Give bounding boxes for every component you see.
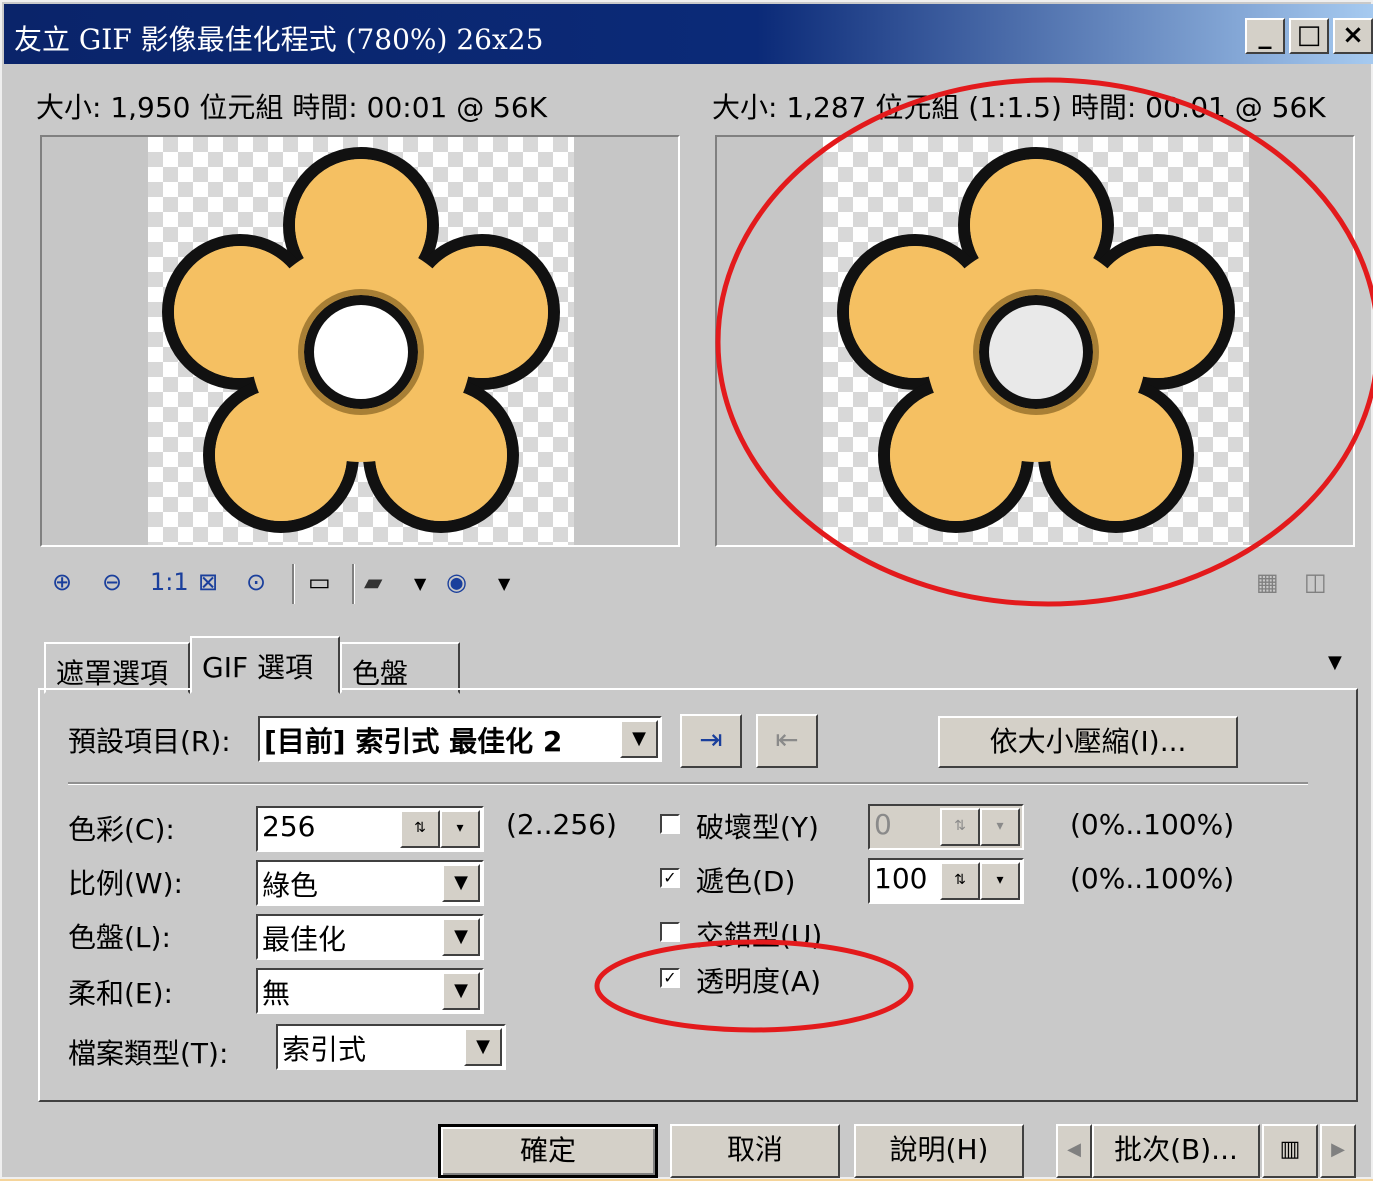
original-preview-pane[interactable] — [40, 135, 680, 547]
save-preset-button[interactable]: ⇥ — [680, 714, 742, 768]
smooth-label: 柔和(E): — [68, 977, 173, 1010]
cancel-button[interactable]: 取消 — [670, 1124, 840, 1178]
eraser-icon[interactable]: ▰ — [364, 568, 382, 596]
browser-dropdown-icon[interactable]: ▼ — [498, 574, 510, 593]
colors-stepper[interactable]: ⇅ ▾ — [400, 810, 480, 848]
lossy-range: (0%..100%) — [1070, 808, 1235, 841]
optimized-preview-pane[interactable] — [715, 135, 1355, 547]
smooth-select[interactable]: 無 ▼ — [256, 968, 484, 1014]
stepper-updown-icon[interactable]: ⇅ — [940, 862, 980, 900]
flower-image — [162, 147, 560, 533]
stepper-updown-icon[interactable]: ⇅ — [940, 808, 980, 846]
dither-label[interactable]: 遞色(D) — [696, 860, 795, 900]
help-button[interactable]: 說明(H) — [854, 1124, 1024, 1178]
colors-input[interactable]: 256 ⇅ ▾ — [256, 806, 484, 852]
browser-preview-icon[interactable]: ◉ — [446, 568, 467, 596]
original-size-info: 大小: 1,950 位元組 時間: 00:01 @ 56K — [36, 91, 548, 124]
fit-window-icon[interactable]: ⊠ — [198, 568, 218, 596]
close-button[interactable]: × — [1333, 18, 1373, 54]
single-view-icon[interactable]: ▭ — [308, 568, 331, 596]
gif-optimizer-window: 友立 GIF 影像最佳化程式 (780%) 26x25 _ □ × 大小: 1,… — [0, 0, 1373, 1179]
preset-value: [目前] 索引式 最佳化 2 — [264, 725, 563, 758]
file-type-value: 索引式 — [282, 1033, 367, 1066]
batch-button[interactable]: 批次(B)... — [1092, 1124, 1260, 1178]
zoom-in-icon[interactable]: ⊕ — [52, 568, 72, 596]
divider — [68, 782, 1308, 785]
colors-range: (2..256) — [506, 808, 617, 841]
chevron-down-icon[interactable]: ▼ — [442, 918, 480, 956]
dither-stepper[interactable]: ⇅ ▾ — [940, 862, 1020, 900]
toolbar-separator — [292, 564, 295, 604]
palette-label: 色盤(L): — [68, 921, 171, 954]
title-bar[interactable]: 友立 GIF 影像最佳化程式 (780%) 26x25 _ □ × — [4, 4, 1373, 64]
dither-value: 100 — [874, 862, 928, 895]
window-title: 友立 GIF 影像最佳化程式 (780%) 26x25 — [14, 23, 544, 56]
interlaced-label[interactable]: 交錯型(U) — [696, 914, 822, 954]
compare-icon[interactable]: ▦ — [1256, 568, 1279, 596]
lossy-checkbox[interactable] — [660, 814, 680, 834]
lossy-input[interactable]: 0 ⇅ ▾ — [868, 804, 1024, 850]
smooth-value: 無 — [262, 977, 291, 1010]
ratio-select[interactable]: 綠色 ▼ — [256, 860, 484, 906]
stepper-updown-icon[interactable]: ⇅ — [400, 810, 440, 848]
preset-label: 預設項目(R): — [68, 725, 231, 758]
ratio-value: 綠色 — [262, 869, 319, 902]
chevron-down-icon[interactable]: ▼ — [464, 1028, 502, 1066]
lossy-stepper[interactable]: ⇅ ▾ — [940, 808, 1020, 846]
tab-mask-options[interactable]: 遮罩選項 — [44, 642, 190, 694]
lossy-label[interactable]: 破壞型(Y) — [696, 806, 819, 846]
eraser-dropdown-icon[interactable]: ▼ — [414, 574, 426, 593]
batch-next-icon[interactable]: ▶ — [1320, 1124, 1356, 1178]
tab-gif-options[interactable]: GIF 選項 — [190, 636, 340, 694]
tab-scroll-icon[interactable]: ▼ — [1328, 652, 1342, 673]
chevron-down-icon[interactable]: ▼ — [442, 864, 480, 902]
export-icon[interactable]: ◫ — [1304, 568, 1327, 596]
palette-select[interactable]: 最佳化 ▼ — [256, 914, 484, 960]
dither-range: (0%..100%) — [1070, 862, 1235, 895]
delete-preset-button[interactable]: ⇤ — [756, 714, 818, 768]
chevron-down-icon[interactable]: ▾ — [440, 810, 480, 848]
chevron-down-icon[interactable]: ▾ — [980, 808, 1020, 846]
tab-palette[interactable]: 色盤 — [340, 642, 460, 694]
batch-prev-icon[interactable]: ◀ — [1056, 1124, 1092, 1178]
palette-value: 最佳化 — [262, 923, 347, 956]
file-type-label: 檔案類型(T): — [68, 1037, 229, 1070]
transparency-label[interactable]: 透明度(A) — [696, 960, 821, 1000]
actual-size-button[interactable]: 1:1 — [150, 568, 189, 596]
chevron-down-icon[interactable]: ▾ — [980, 862, 1020, 900]
book-icon[interactable]: ▥ — [1262, 1124, 1318, 1178]
toolbar-separator — [352, 564, 355, 604]
chevron-down-icon[interactable]: ▼ — [442, 972, 480, 1010]
minimize-button[interactable]: _ — [1245, 18, 1285, 54]
maximize-button[interactable]: □ — [1289, 18, 1329, 54]
zoom-area-icon[interactable]: ⊙ — [246, 568, 266, 596]
colors-value: 256 — [262, 810, 316, 843]
zoom-out-icon[interactable]: ⊖ — [102, 568, 122, 596]
interlaced-checkbox[interactable] — [660, 922, 680, 942]
colors-label: 色彩(C): — [68, 813, 175, 846]
dither-checkbox[interactable]: ✓ — [660, 868, 680, 888]
chevron-down-icon[interactable]: ▼ — [620, 720, 658, 758]
ratio-label: 比例(W): — [68, 867, 183, 900]
ok-button[interactable]: 確定 — [438, 1124, 658, 1178]
preset-select[interactable]: [目前] 索引式 最佳化 2 ▼ — [258, 716, 662, 762]
dither-input[interactable]: 100 ⇅ ▾ — [868, 858, 1024, 904]
transparency-checkbox[interactable]: ✓ — [660, 968, 680, 988]
flower-image — [837, 147, 1235, 533]
compress-by-size-button[interactable]: 依大小壓縮(I)... — [938, 716, 1238, 768]
lossy-value: 0 — [874, 808, 892, 841]
file-type-select[interactable]: 索引式 ▼ — [276, 1024, 506, 1070]
optimized-size-info: 大小: 1,287 位元組 (1:1.5) 時間: 00:01 @ 56K — [712, 91, 1326, 124]
